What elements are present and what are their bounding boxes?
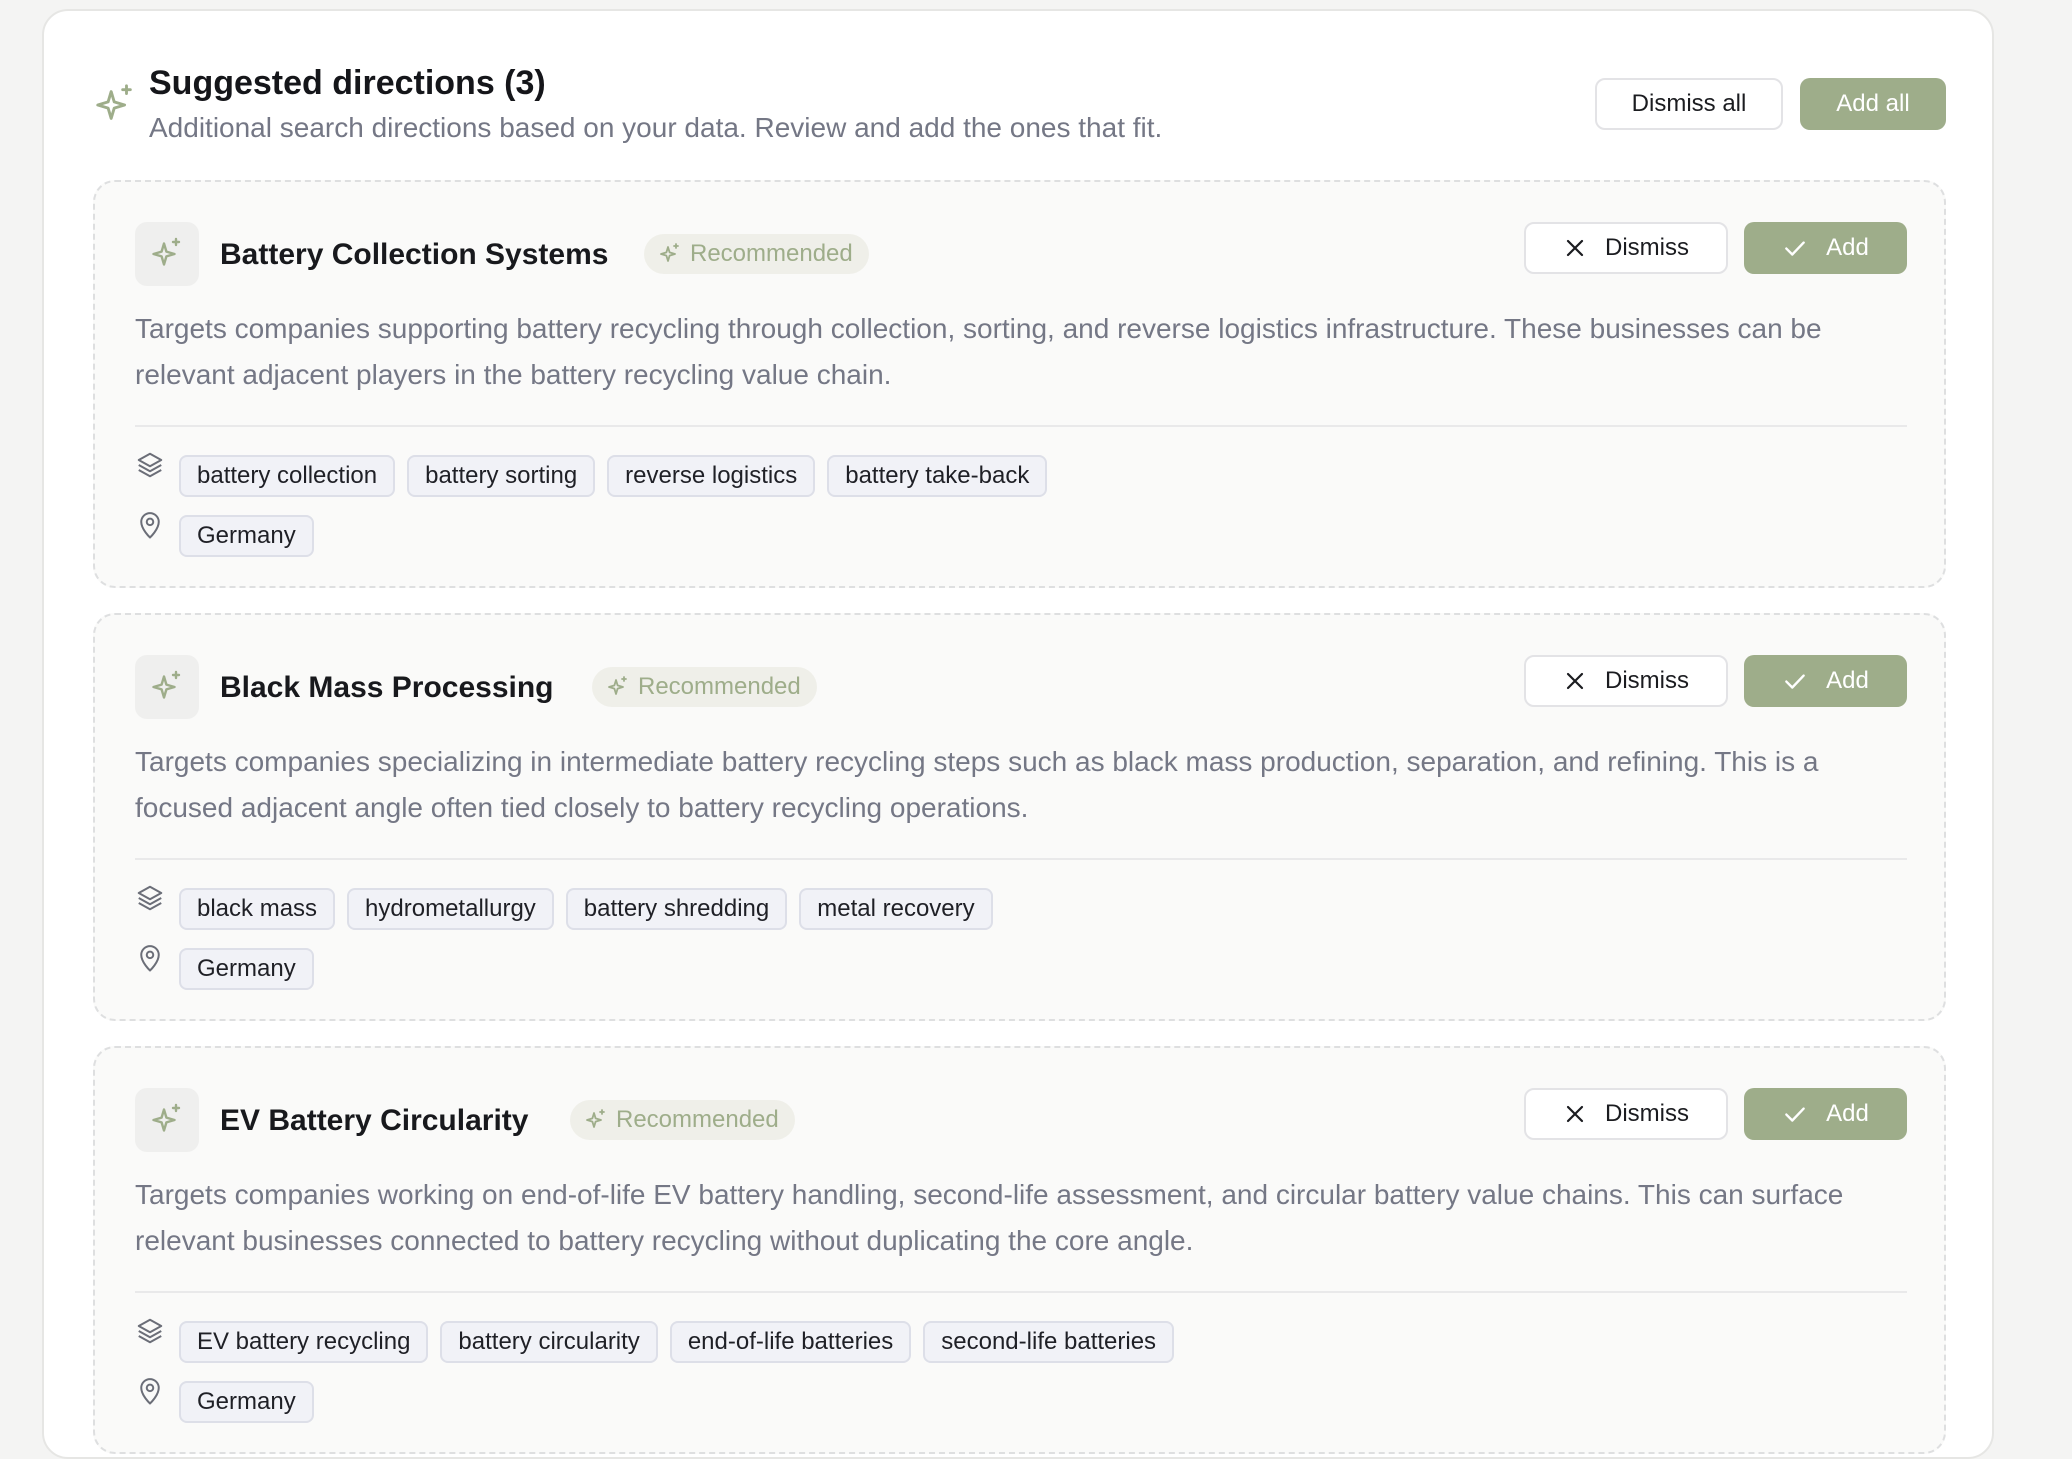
dismiss-label: Dismiss — [1605, 234, 1689, 261]
keyword-chips: EV battery recycling battery circularity… — [179, 1321, 1175, 1363]
sparkles-icon — [152, 1103, 181, 1132]
add-button[interactable]: Add — [1744, 1088, 1907, 1140]
keyword-chip[interactable]: reverse logistics — [607, 455, 816, 497]
card-icon-tile — [135, 222, 199, 286]
check-icon — [1785, 241, 1805, 256]
add-button[interactable]: Add — [1744, 655, 1907, 707]
card-title: Battery Collection Systems — [220, 238, 609, 271]
recommended-badge: Recommended — [644, 234, 869, 274]
check-icon — [1785, 1107, 1805, 1122]
panel-title: Suggested directions (3) — [149, 64, 546, 102]
sparkles-icon — [96, 84, 132, 120]
dismiss-button[interactable]: Dismiss — [1524, 222, 1728, 274]
keyword-chip[interactable]: metal recovery — [799, 888, 993, 930]
keyword-chip[interactable]: EV battery recycling — [179, 1321, 429, 1363]
keyword-chip[interactable]: battery circularity — [440, 1321, 658, 1363]
panel-header: Suggested directions (3) Additional sear… — [44, 11, 1992, 181]
card-description: Targets companies supporting battery rec… — [135, 313, 1822, 390]
recommended-badge: Recommended — [570, 1100, 795, 1140]
sparkles-icon — [152, 670, 181, 699]
recommended-badge: Recommended — [592, 667, 817, 707]
card-icon-tile — [135, 655, 199, 719]
keyword-chip[interactable]: end-of-life batteries — [669, 1321, 912, 1363]
badge-label: Recommended — [690, 240, 853, 267]
sparkles-icon — [586, 1109, 605, 1128]
dismiss-button[interactable]: Dismiss — [1524, 655, 1728, 707]
close-icon — [1566, 672, 1584, 690]
close-icon — [1566, 1105, 1584, 1123]
keyword-chip[interactable]: battery take-back — [827, 455, 1048, 497]
add-label: Add — [1826, 234, 1869, 261]
location-chip[interactable]: Germany — [179, 948, 314, 990]
dismiss-all-button[interactable]: Dismiss all — [1595, 78, 1783, 130]
dismiss-button[interactable]: Dismiss — [1524, 1088, 1728, 1140]
location-chips: Germany — [179, 1381, 314, 1423]
card-title: EV Battery Circularity — [220, 1104, 529, 1137]
badge-label: Recommended — [638, 673, 801, 700]
divider — [135, 425, 1907, 427]
keyword-chips: black mass hydrometallurgy battery shred… — [179, 888, 993, 930]
close-icon — [1566, 239, 1584, 257]
keyword-chip[interactable]: hydrometallurgy — [347, 888, 554, 930]
keyword-chips: battery collection battery sorting rever… — [179, 455, 1048, 497]
add-label: Add — [1826, 1100, 1869, 1127]
location-chip[interactable]: Germany — [179, 515, 314, 557]
keyword-chip[interactable]: battery sorting — [407, 455, 596, 497]
layers-icon — [137, 452, 163, 478]
suggested-directions-panel: Suggested directions (3) Additional sear… — [42, 9, 1994, 1459]
divider — [135, 858, 1907, 860]
sparkles-icon — [660, 243, 679, 262]
map-pin-icon — [140, 1378, 160, 1405]
location-chips: Germany — [179, 948, 314, 990]
direction-card: Black Mass Processing Recommended Dismis… — [93, 613, 1946, 1021]
card-icon-tile — [135, 1088, 199, 1152]
add-button[interactable]: Add — [1744, 222, 1907, 274]
card-description: Targets companies specializing in interm… — [135, 746, 1819, 823]
dismiss-label: Dismiss — [1605, 1100, 1689, 1127]
add-label: Add — [1826, 667, 1869, 694]
divider — [135, 1291, 1907, 1293]
sparkles-icon — [152, 237, 181, 266]
keyword-chip[interactable]: second-life batteries — [923, 1321, 1175, 1363]
check-icon — [1785, 674, 1805, 689]
keyword-chip[interactable]: black mass — [179, 888, 336, 930]
layers-icon — [137, 885, 163, 911]
keyword-chip[interactable]: battery shredding — [565, 888, 788, 930]
panel-subtitle: Additional search directions based on yo… — [149, 112, 1163, 143]
card-title: Black Mass Processing — [220, 671, 554, 704]
dismiss-label: Dismiss — [1605, 667, 1689, 694]
direction-card: Battery Collection Systems Recommended D… — [93, 180, 1946, 588]
add-all-button[interactable]: Add all — [1800, 78, 1946, 130]
location-chips: Germany — [179, 515, 314, 557]
layers-icon — [137, 1318, 163, 1344]
sparkles-icon — [608, 676, 627, 695]
badge-label: Recommended — [616, 1106, 779, 1133]
keyword-chip[interactable]: battery collection — [179, 455, 396, 497]
location-chip[interactable]: Germany — [179, 1381, 314, 1423]
map-pin-icon — [140, 512, 160, 539]
direction-card: EV Battery Circularity Recommended Dismi… — [93, 1046, 1946, 1454]
map-pin-icon — [140, 945, 160, 972]
card-description: Targets companies working on end-of-life… — [135, 1179, 1844, 1256]
